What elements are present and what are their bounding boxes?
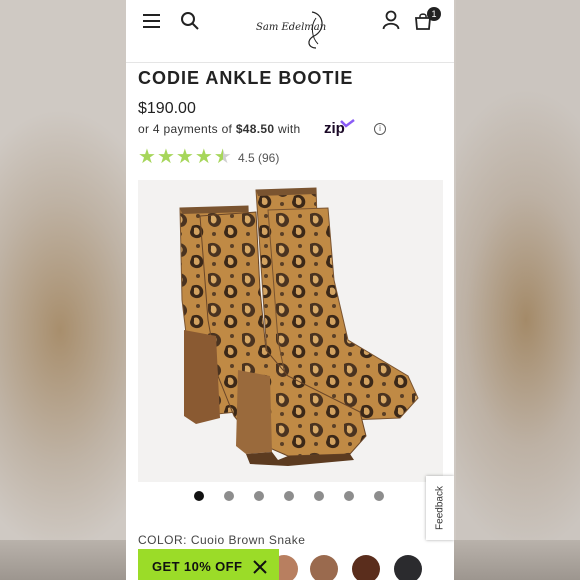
- user-icon[interactable]: [382, 10, 400, 30]
- star-icon: ★: [138, 146, 156, 168]
- color-swatch[interactable]: [352, 555, 380, 580]
- installment-amount: $48.50: [235, 122, 275, 136]
- search-icon[interactable]: [180, 11, 200, 31]
- half-star-icon: ★: [213, 146, 232, 168]
- installment-suffix: with: [274, 122, 301, 136]
- cart-count-badge: 1: [427, 7, 441, 21]
- menu-icon[interactable]: [142, 12, 162, 28]
- feedback-label: Feedback: [434, 486, 446, 530]
- gallery-dot[interactable]: [374, 491, 384, 501]
- discount-banner[interactable]: GET 10% OFF: [138, 549, 279, 580]
- rating-summary[interactable]: 4.5 (96): [238, 151, 279, 165]
- gallery-dot[interactable]: [314, 491, 324, 501]
- star-icon: ★: [156, 146, 175, 168]
- brand-logo[interactable]: Sam Edelman: [254, 8, 330, 52]
- product-title: CODIE ANKLE BOOTIE: [138, 68, 354, 88]
- logo-text: Sam Edelman: [256, 22, 326, 33]
- background-blur-right: [456, 0, 580, 580]
- color-swatch[interactable]: [394, 555, 422, 580]
- zip-logo[interactable]: zip: [324, 119, 370, 137]
- installment-text: or 4 payments of $48.50 with: [138, 122, 301, 136]
- gallery-dots: [194, 491, 384, 501]
- star-icon: ★: [175, 146, 194, 168]
- product-image[interactable]: [138, 180, 443, 482]
- gallery-dot[interactable]: [344, 491, 354, 501]
- discount-label: GET 10% OFF: [152, 559, 243, 574]
- rating-stars[interactable]: ★ ★ ★ ★ ★: [138, 146, 232, 168]
- feedback-tab[interactable]: Feedback: [426, 476, 454, 540]
- star-icon: ★: [194, 146, 213, 168]
- gallery-dot[interactable]: [284, 491, 294, 501]
- gallery-dot[interactable]: [194, 491, 204, 501]
- gallery-dot[interactable]: [224, 491, 234, 501]
- product-price: $190.00: [138, 100, 196, 117]
- color-label: COLOR: Cuoio Brown Snake: [138, 533, 306, 547]
- gallery-dot[interactable]: [254, 491, 264, 501]
- close-icon[interactable]: [253, 560, 267, 574]
- color-swatch[interactable]: [310, 555, 338, 580]
- site-header: Sam Edelman 1: [126, 0, 454, 63]
- installment-prefix: or 4 payments of: [138, 122, 236, 136]
- info-icon[interactable]: i: [374, 123, 386, 135]
- phone-screen: Sam Edelman 1 CODIE ANKLE BOOTIE $190.00…: [126, 0, 454, 580]
